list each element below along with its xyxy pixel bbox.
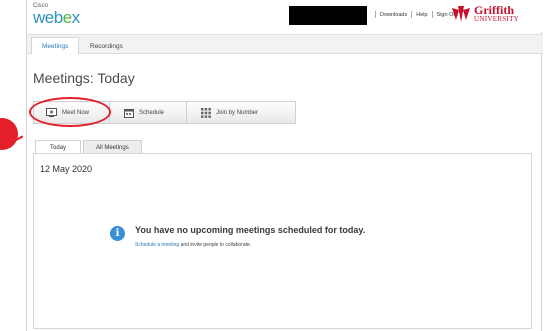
webex-window: Cisco webex Downloads Help Sign Out Grif… <box>26 0 543 331</box>
calendar-icon <box>124 108 134 118</box>
join-by-number-button[interactable]: Join by Number <box>187 102 295 123</box>
page: Cisco webex Downloads Help Sign Out Grif… <box>0 0 554 331</box>
divider <box>411 11 413 18</box>
tab-recordings[interactable]: Recordings <box>79 37 134 54</box>
monitor-icon <box>46 108 57 117</box>
redacted-box <box>289 6 367 25</box>
griffith-wordmark: Griffith UNIVERSITY <box>474 4 519 24</box>
info-icon: i <box>110 226 125 241</box>
page-title: Meetings: Today <box>33 70 135 86</box>
header: Cisco webex Downloads Help Sign Out Grif… <box>27 0 543 32</box>
empty-state-title: You have no upcoming meetings scheduled … <box>135 225 366 235</box>
meet-now-button[interactable]: Meet Now <box>34 102 110 123</box>
griffith-emblem-icon <box>452 6 470 22</box>
main-nav: Meetings Recordings <box>27 34 543 54</box>
keypad-icon <box>201 107 211 118</box>
schedule-label: Schedule <box>139 109 165 116</box>
empty-state-rest: and invite people to collaborate. <box>179 242 252 248</box>
subtab-today[interactable]: Today <box>35 140 82 154</box>
downloads-link[interactable]: Downloads <box>380 12 407 18</box>
action-toolbar: Meet Now Schedule Join by Number <box>33 101 296 124</box>
date-heading: 12 May 2020 <box>40 164 93 174</box>
divider <box>431 11 433 18</box>
meet-now-label: Meet Now <box>62 109 90 116</box>
step-badge-annotation <box>0 118 18 150</box>
meeting-subtabs: Today All Meetings <box>35 140 144 154</box>
help-link[interactable]: Help <box>416 12 427 18</box>
griffith-logo: Griffith UNIVERSITY <box>450 4 519 24</box>
join-by-number-label: Join by Number <box>216 109 259 116</box>
subtab-all-meetings[interactable]: All Meetings <box>83 140 142 154</box>
meetings-panel: 12 May 2020 i You have no upcoming meeti… <box>33 153 532 329</box>
tab-meetings[interactable]: Meetings <box>31 37 80 54</box>
empty-state-subtitle: Schedule a meeting and invite people to … <box>135 242 251 248</box>
divider <box>375 11 376 18</box>
schedule-meeting-link[interactable]: Schedule a meeting <box>135 242 179 248</box>
webex-wordmark: webex <box>33 8 80 27</box>
griffith-university: UNIVERSITY <box>474 14 519 23</box>
schedule-button[interactable]: Schedule <box>110 102 187 123</box>
top-links: Downloads Help Sign Out <box>371 11 458 18</box>
webex-logo[interactable]: Cisco webex <box>33 3 80 26</box>
